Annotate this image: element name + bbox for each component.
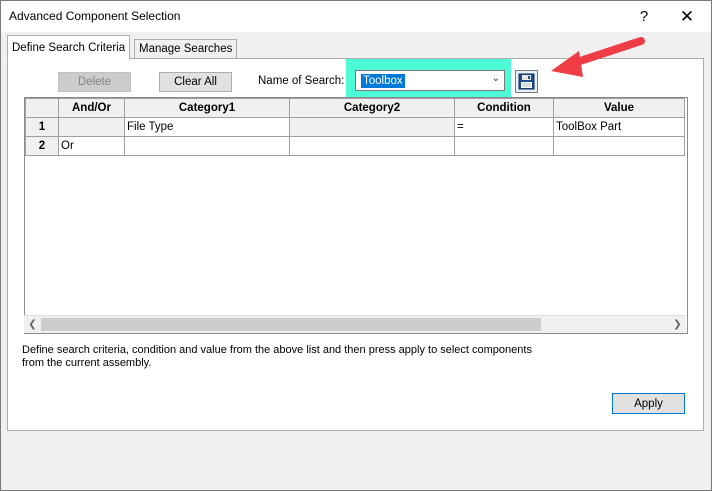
name-of-search-combo[interactable]: Toolbox ⌄ xyxy=(355,70,505,91)
description-text: Define search criteria, condition and va… xyxy=(22,344,532,369)
window-title: Advanced Component Selection xyxy=(9,9,181,23)
delete-button[interactable]: Delete xyxy=(58,72,131,92)
clear-all-button[interactable]: Clear All xyxy=(159,72,232,92)
tab-manage-searches[interactable]: Manage Searches xyxy=(134,39,238,59)
horizontal-scrollbar[interactable]: ❮ ❯ xyxy=(24,315,686,333)
criteria-grid: And/Or Category1 Category2 Condition Val… xyxy=(24,97,688,334)
scrollbar-thumb[interactable] xyxy=(41,318,541,331)
col-header-category1[interactable]: Category1 xyxy=(124,98,290,118)
cell-condition[interactable] xyxy=(454,136,554,156)
cell-and-or[interactable]: Or xyxy=(58,136,125,156)
cell-category1[interactable] xyxy=(124,136,290,156)
cell-category2[interactable] xyxy=(289,136,455,156)
table-row: 1 File Type = ToolBox Part xyxy=(25,117,685,137)
tab-define-search-criteria[interactable]: Define Search Criteria xyxy=(7,35,131,60)
name-of-search-value: Toolbox xyxy=(361,74,405,88)
row-number[interactable]: 2 xyxy=(25,136,59,156)
cell-category1[interactable]: File Type xyxy=(124,117,290,137)
col-header-rownum xyxy=(25,98,59,118)
col-header-value[interactable]: Value xyxy=(553,98,685,118)
cell-value[interactable]: ToolBox Part xyxy=(553,117,685,137)
cell-condition[interactable]: = xyxy=(454,117,554,137)
name-of-search-label: Name of Search: xyxy=(258,75,345,87)
help-button[interactable]: ? xyxy=(624,1,664,32)
title-bar: Advanced Component Selection ? ✕ xyxy=(1,1,711,32)
scroll-right-icon[interactable]: ❯ xyxy=(669,316,686,333)
chevron-down-icon[interactable]: ⌄ xyxy=(492,73,500,84)
col-header-category2[interactable]: Category2 xyxy=(289,98,455,118)
table-row: 2 Or xyxy=(25,136,685,156)
scroll-left-icon[interactable]: ❮ xyxy=(24,316,41,333)
save-search-button[interactable] xyxy=(515,70,538,93)
row-number[interactable]: 1 xyxy=(25,117,59,137)
header-row: And/Or Category1 Category2 Condition Val… xyxy=(25,98,685,118)
cell-and-or[interactable] xyxy=(58,117,125,137)
criteria-table: And/Or Category1 Category2 Condition Val… xyxy=(25,98,685,156)
cell-value[interactable] xyxy=(553,136,685,156)
floppy-disk-icon xyxy=(518,73,535,90)
apply-button[interactable]: Apply xyxy=(612,393,685,414)
dialog-window: Advanced Component Selection ? ✕ Define … xyxy=(0,0,712,491)
col-header-and-or[interactable]: And/Or xyxy=(58,98,125,118)
close-button[interactable]: ✕ xyxy=(667,1,707,32)
cell-category2[interactable] xyxy=(289,117,455,137)
col-header-condition[interactable]: Condition xyxy=(454,98,554,118)
tab-panel: Delete Clear All Name of Search: Toolbox… xyxy=(7,58,704,431)
annotation-arrow-icon xyxy=(551,37,645,77)
